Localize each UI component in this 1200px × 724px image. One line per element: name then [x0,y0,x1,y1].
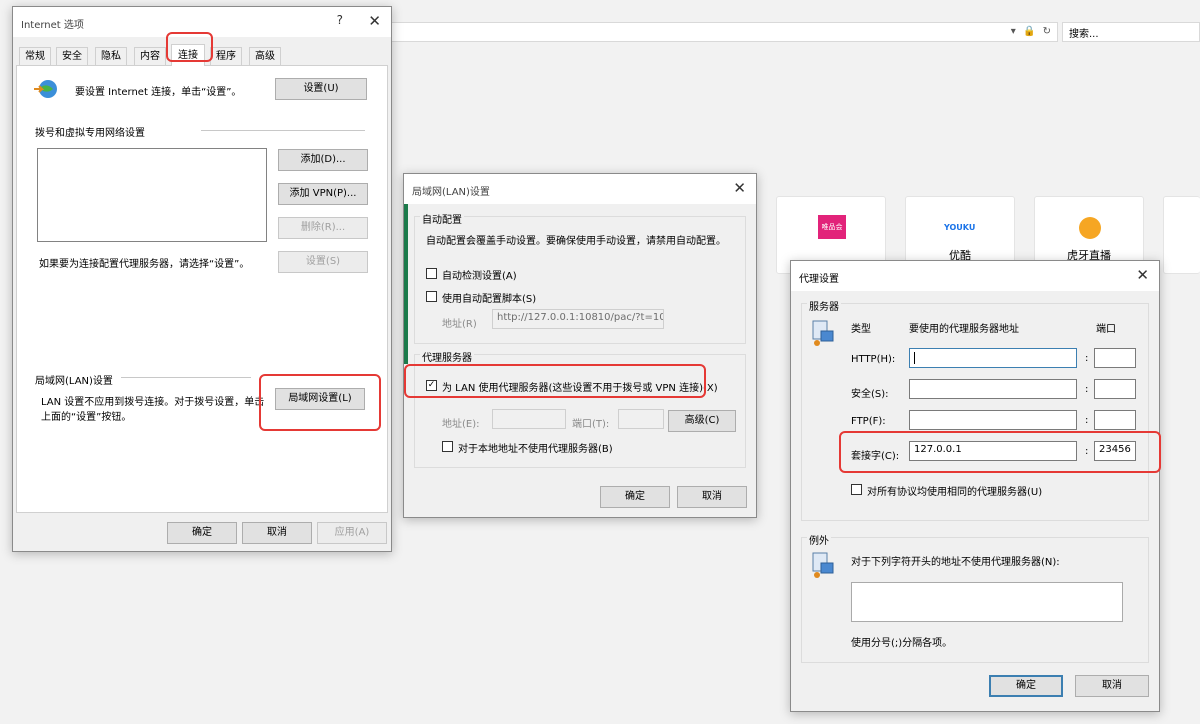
ftp-address-input[interactable] [909,410,1077,430]
window-title: Internet 选项 [21,20,84,31]
setup-button[interactable]: 设置(U) [275,78,367,100]
lan-settings-button[interactable]: 局域网设置(L) [275,388,365,410]
divider [201,130,365,131]
col-type-header: 类型 [851,324,871,335]
proxy-settings-dialog: 代理设置 ✕ 服务器 类型 要使用的代理服务器地址 端口 HTTP(H): : … [790,260,1161,712]
socks-port-input[interactable]: 23456 [1094,441,1136,461]
exceptions-desc: 对于下列字符开头的地址不使用代理服务器(N): [851,557,1060,568]
help-icon[interactable]: ? [337,13,343,27]
colon: : [1085,384,1089,395]
ftp-label: FTP(F): [851,416,886,427]
close-icon[interactable]: ✕ [1136,266,1149,284]
search-placeholder: 搜索... [1069,29,1099,40]
servers-heading: 服务器 [807,298,841,313]
script-address-input[interactable]: http://127.0.0.1:10810/pac/?t=10104 [492,309,664,329]
titlebar: 局域网(LAN)设置 ✕ [404,174,756,204]
colon: : [1085,446,1089,457]
proxy-hint: 如果要为连接配置代理服务器，请选择“设置”。 [39,259,250,270]
http-address-input[interactable] [909,348,1077,368]
auto-detect-checkbox[interactable] [426,268,437,279]
setup-text: 要设置 Internet 连接，单击“设置”。 [75,87,242,98]
col-address-header: 要使用的代理服务器地址 [909,324,1019,335]
exceptions-hint: 使用分号(;)分隔各项。 [851,638,953,649]
dialup-heading: 拨号和虚拟专用网络设置 [35,128,145,139]
bypass-local-label: 对于本地地址不使用代理服务器(B) [458,444,613,455]
cancel-button[interactable]: 取消 [1075,675,1149,697]
colon: : [1085,353,1089,364]
same-proxy-label: 对所有协议均使用相同的代理服务器(U) [867,487,1043,498]
http-label: HTTP(H): [851,354,896,365]
advanced-button[interactable]: 高级(C) [668,410,736,432]
proxy-heading: 代理服务器 [420,349,474,364]
same-proxy-checkbox[interactable] [851,484,862,495]
proxy-port-input[interactable] [618,409,664,429]
tile-partial[interactable] [1163,196,1200,274]
tab-security[interactable]: 安全 [56,47,88,65]
vip-logo-icon: 唯品会 [818,215,846,239]
edge-strip [404,204,408,364]
close-icon[interactable]: ✕ [368,12,381,30]
cancel-button[interactable]: 取消 [677,486,747,508]
titlebar: 代理设置 ✕ [791,261,1159,291]
apply-button[interactable]: 应用(A) [317,522,387,544]
tab-programs[interactable]: 程序 [210,47,242,65]
use-script-label: 使用自动配置脚本(S) [442,294,537,305]
dialog-title: 局域网(LAN)设置 [412,187,490,198]
close-icon[interactable]: ✕ [733,179,746,197]
exceptions-textarea[interactable] [851,582,1123,622]
tab-advanced[interactable]: 高级 [249,47,281,65]
use-script-checkbox[interactable] [426,291,437,302]
secure-port-input[interactable] [1094,379,1136,399]
cancel-button[interactable]: 取消 [242,522,312,544]
bypass-local-checkbox[interactable] [442,441,453,452]
proxy-address-label: 地址(E): [442,419,480,430]
secure-label: 安全(S): [851,389,889,400]
youku-logo-icon: YOUKU [944,223,976,232]
network-computer-icon [812,320,834,346]
internet-options-window: Internet 选项 ? ✕ 常规 安全 隐私 内容 连接 程序 高级 要设置… [12,6,392,552]
proxy-port-label: 端口(T): [572,419,610,430]
lan-text-line2: 上面的“设置”按钮。 [41,412,132,423]
tab-connections[interactable]: 连接 [171,44,205,66]
network-computer-icon [812,552,834,578]
use-proxy-label: 为 LAN 使用代理服务器(这些设置不用于拨号或 VPN 连接)(X) [442,383,718,394]
use-proxy-checkbox[interactable]: ✓ [426,380,437,391]
dialog-title: 代理设置 [799,274,839,285]
lan-settings-dialog: 局域网(LAN)设置 ✕ 自动配置 自动配置会覆盖手动设置。要确保使用手动设置，… [403,173,757,518]
tab-content[interactable]: 内容 [134,47,166,65]
ok-button[interactable]: 确定 [989,675,1063,697]
address-bar-icons: ▾ 🔒 ↻ [1010,26,1053,37]
lan-heading: 局域网(LAN)设置 [35,376,113,387]
http-port-input[interactable] [1094,348,1136,368]
remove-button[interactable]: 删除(R)... [278,217,368,239]
socks-address-input[interactable]: 127.0.0.1 [909,441,1077,461]
proxy-address-input[interactable] [492,409,566,429]
auto-detect-label: 自动检测设置(A) [442,271,517,282]
search-input[interactable]: 搜索... [1062,22,1200,42]
connections-list[interactable] [37,148,267,242]
ok-button[interactable]: 确定 [167,522,237,544]
ok-button[interactable]: 确定 [600,486,670,508]
text-caret [914,352,915,364]
titlebar: Internet 选项 ? ✕ [13,7,391,37]
settings-button[interactable]: 设置(S) [278,251,368,273]
tab-privacy[interactable]: 隐私 [95,47,127,65]
colon: : [1085,415,1089,426]
ftp-port-input[interactable] [1094,410,1136,430]
script-address-label: 地址(R) [442,319,477,330]
exceptions-heading: 例外 [807,532,831,547]
auto-config-desc: 自动配置会覆盖手动设置。要确保使用手动设置，请禁用自动配置。 [426,236,726,247]
address-bar[interactable]: ▾ 🔒 ↻ [380,22,1058,42]
huya-logo-icon [1079,217,1101,239]
globe-icon [34,80,57,98]
col-port-header: 端口 [1096,324,1116,335]
secure-address-input[interactable] [909,379,1077,399]
add-button[interactable]: 添加(D)... [278,149,368,171]
divider [121,377,251,378]
socks-label: 套接字(C): [851,451,900,462]
add-vpn-button[interactable]: 添加 VPN(P)... [278,183,368,205]
auto-config-heading: 自动配置 [420,211,464,226]
tab-general[interactable]: 常规 [19,47,51,65]
lan-text-line1: LAN 设置不应用到拨号连接。对于拨号设置，单击 [41,397,265,408]
